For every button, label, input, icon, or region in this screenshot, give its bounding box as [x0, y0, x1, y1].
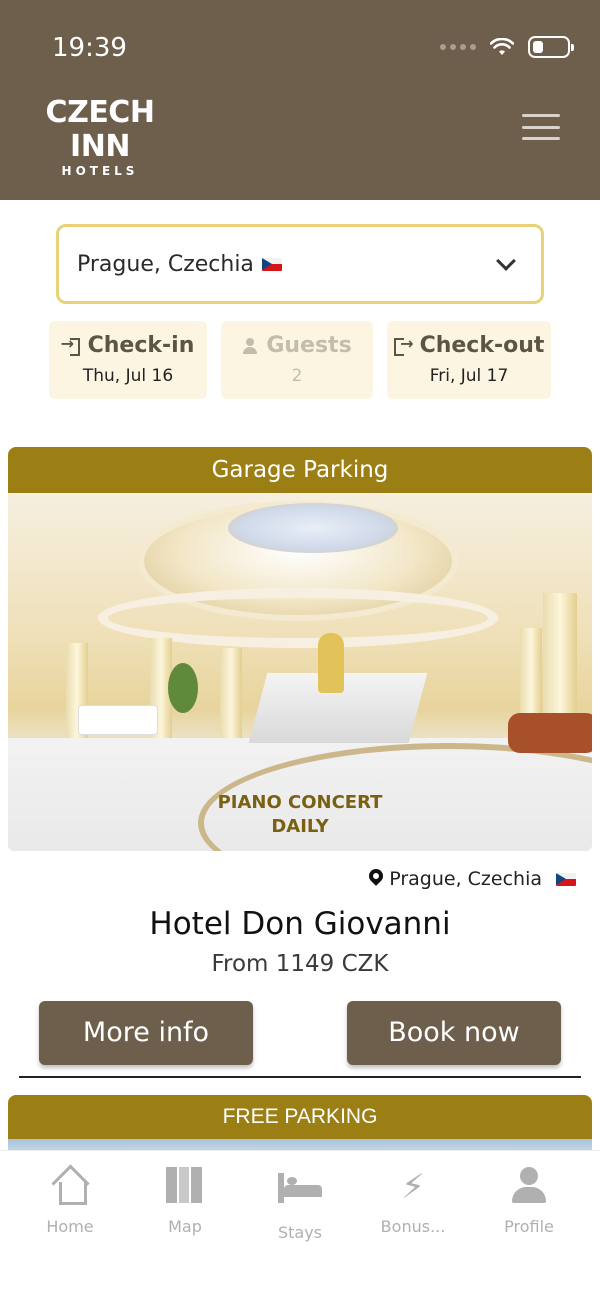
guests-value: 2 [291, 366, 303, 386]
brand-sub: HOTELS [61, 164, 139, 178]
location-pin-icon [369, 869, 383, 889]
card-divider [19, 1076, 581, 1078]
checkin-chip[interactable]: Check-in Thu, Jul 16 [49, 321, 207, 399]
tab-bonus[interactable]: ⚡ Bonus... [358, 1167, 468, 1236]
more-info-button[interactable]: More info [39, 1001, 253, 1065]
map-icon [166, 1167, 204, 1203]
signal-icon [440, 44, 476, 50]
tab-home[interactable]: Home [15, 1167, 125, 1236]
bed-icon [278, 1173, 322, 1203]
guests-label: Guests [266, 333, 352, 358]
photo-caption: PIANO CONCERT DAILY [8, 791, 592, 839]
chevron-down-icon [496, 251, 516, 271]
status-icons [440, 36, 574, 58]
status-time: 19:39 [52, 33, 127, 63]
hotel-price: From 1149 CZK [211, 951, 389, 977]
photo-caption-line1: PIANO CONCERT [217, 792, 383, 813]
logout-icon [393, 334, 414, 356]
battery-icon [528, 36, 574, 58]
hotel-location-text: Prague, Czechia [389, 868, 542, 890]
person-icon [242, 337, 258, 354]
checkin-value: Thu, Jul 16 [82, 366, 174, 386]
tab-stays[interactable]: Stays [245, 1167, 355, 1242]
app-screen: 19:39 CZECH INN HOTELS Prague, Czechia C… [0, 0, 600, 1299]
tab-stays-label: Stays [277, 1223, 323, 1242]
checkout-value: Fri, Jul 17 [429, 366, 509, 386]
home-icon [52, 1167, 88, 1205]
tab-map-label: Map [168, 1217, 202, 1236]
book-now-button[interactable]: Book now [347, 1001, 561, 1065]
hotel-feature-banner: Garage Parking [8, 447, 592, 493]
guests-chip[interactable]: Guests 2 [221, 321, 373, 399]
lightning-icon: ⚡ [401, 1167, 425, 1207]
tab-profile[interactable]: Profile [474, 1167, 584, 1236]
tab-profile-label: Profile [504, 1217, 554, 1236]
checkin-label: Check-in [87, 333, 195, 358]
czech-flag-icon [556, 872, 576, 886]
wifi-icon [490, 38, 514, 55]
czech-flag-icon [261, 257, 282, 271]
tab-home-label: Home [46, 1217, 94, 1236]
hotel-location: Prague, Czechia [369, 868, 576, 890]
location-value: Prague, Czechia [77, 251, 254, 277]
tab-bonus-label: Bonus... [380, 1217, 446, 1236]
location-select[interactable]: Prague, Czechia [56, 224, 544, 304]
hamburger-menu-icon[interactable] [522, 114, 560, 140]
hotel-feature-banner-2: FREE PARKING [8, 1095, 592, 1139]
bottom-tab-bar: Home Map Stays ⚡ Bonus... Profile [0, 1150, 600, 1299]
app-header: 19:39 CZECH INN HOTELS [0, 0, 600, 200]
checkout-label: Check-out [419, 333, 545, 358]
hotel-photo[interactable]: PIANO CONCERT DAILY [8, 493, 592, 851]
brand-name: CZECH INN [45, 95, 155, 164]
brand-logo[interactable]: CZECH INN HOTELS [20, 95, 180, 179]
person-icon [512, 1167, 546, 1203]
checkout-chip[interactable]: Check-out Fri, Jul 17 [387, 321, 551, 399]
hotel-name: Hotel Don Giovanni [149, 906, 451, 942]
photo-caption-line2: DAILY [271, 816, 329, 837]
login-icon [61, 334, 80, 356]
tab-map[interactable]: Map [130, 1167, 240, 1236]
